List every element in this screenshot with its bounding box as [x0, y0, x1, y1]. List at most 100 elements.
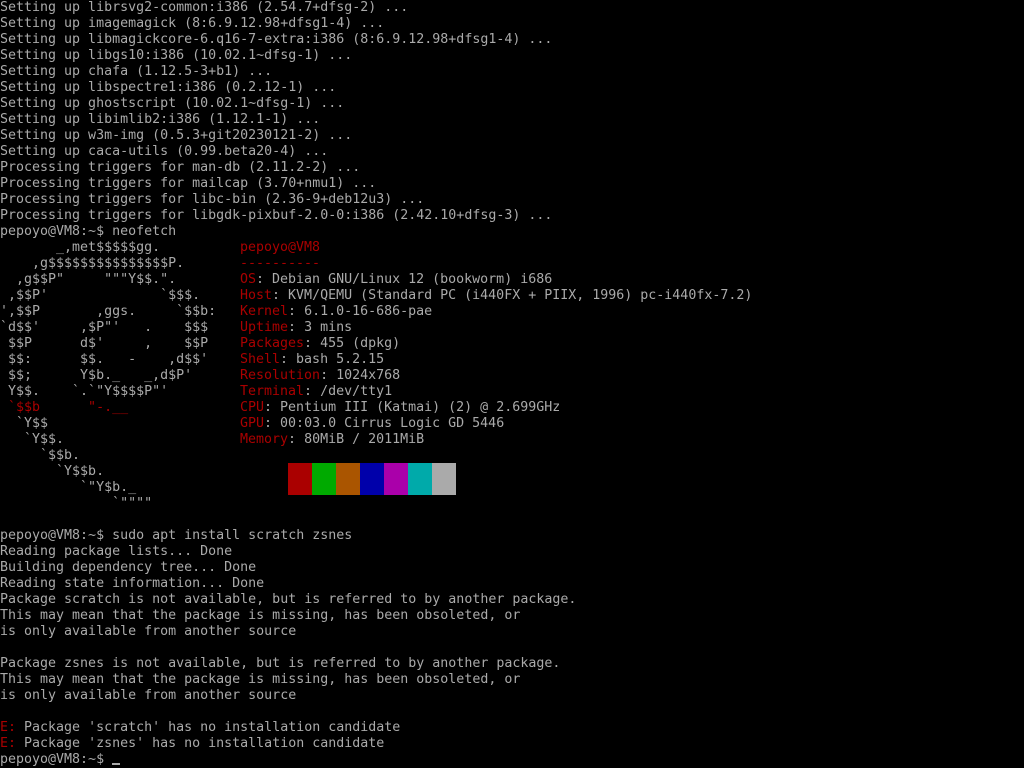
shell-prompt: pepoyo@VM8:~$ — [0, 528, 113, 543]
output-line: Setting up imagemagick (8:6.9.12.98+dfsg… — [0, 16, 385, 31]
terminal-screen[interactable]: Setting up librsvg2-common:i386 (2.54.7+… — [0, 0, 1024, 768]
neofetch-info-row: Terminal: /dev/tty1 — [240, 384, 392, 400]
info-value: 6.1.0-16-686-pae — [304, 304, 433, 319]
debian-logo-line: `Y$$. — [0, 432, 65, 447]
debian-logo-line: ,g$$$$$$$$$$$$$$$P. — [0, 256, 185, 271]
info-value: 455 (dpkg) — [320, 336, 401, 351]
output-line: Processing triggers for libc-bin (2.36-9… — [0, 192, 425, 207]
debian-logo-line: `"""" — [0, 496, 153, 511]
output-line: Setting up libimlib2:i386 (1.12.1-1) ... — [0, 112, 321, 127]
color-swatch — [336, 463, 360, 495]
debian-logo-line: `$$b "-.__ — [0, 400, 129, 415]
neofetch-info-row: Resolution: 1024x768 — [240, 368, 400, 384]
output-line: Package scratch is not available, but is… — [0, 592, 577, 607]
output-line: Setting up w3m-img (0.5.3+git20230121-2)… — [0, 128, 353, 143]
error-message: Package 'scratch' has no installation ca… — [16, 720, 401, 735]
active-prompt-line: pepoyo@VM8:~$ — [0, 752, 121, 768]
info-value: KVM/QEMU (Standard PC (i440FX + PIIX, 19… — [288, 288, 753, 303]
output-line: This may mean that the package is missin… — [0, 672, 521, 687]
debian-logo-line: ,g$$P" """Y$$.". — [0, 272, 177, 287]
neofetch-info-row: CPU: Pentium III (Katmai) (2) @ 2.699GHz — [240, 400, 560, 416]
color-swatch — [384, 463, 408, 495]
command-text: neofetch — [112, 224, 177, 239]
info-colon: : — [288, 432, 305, 447]
color-palette — [264, 463, 456, 495]
info-colon: : — [304, 336, 321, 351]
neofetch-info-row: Packages: 455 (dpkg) — [240, 336, 400, 352]
output-line: Setting up libspectre1:i386 (0.2.12-1) .… — [0, 80, 337, 95]
info-colon: : — [272, 288, 289, 303]
info-label: Kernel — [240, 304, 289, 319]
error-line: E: Package 'zsnes' has no installation c… — [0, 736, 384, 752]
output-line: Processing triggers for libgdk-pixbuf-2.… — [0, 208, 553, 223]
command-text: sudo apt install scratch zsnes — [112, 528, 353, 543]
color-swatch — [408, 463, 432, 495]
output-line: Reading state information... Done — [0, 576, 265, 591]
info-colon: : — [320, 368, 337, 383]
error-prefix: E: — [0, 720, 17, 735]
output-line: Building dependency tree... Done — [0, 560, 257, 575]
neofetch-separator: ---------- — [240, 256, 321, 271]
output-line: This may mean that the package is missin… — [0, 608, 521, 623]
error-message: Package 'zsnes' has no installation cand… — [16, 736, 385, 751]
command-line: pepoyo@VM8:~$ sudo apt install scratch z… — [0, 528, 352, 544]
info-label: Shell — [240, 352, 281, 367]
info-colon: : — [264, 416, 281, 431]
output-line: Processing triggers for man-db (2.11.2-2… — [0, 160, 361, 175]
debian-logo-line: `d$$' ,$P"' . $$$ — [0, 320, 209, 335]
debian-logo-line: `Y$$ — [0, 416, 49, 431]
info-colon: : — [304, 384, 321, 399]
info-value: 3 mins — [304, 320, 353, 335]
info-label: Resolution — [240, 368, 321, 383]
debian-logo-line: ,$$P' `$$$. — [0, 288, 201, 303]
info-value: Pentium III (Katmai) (2) @ 2.699GHz — [280, 400, 561, 415]
info-label: Terminal — [240, 384, 305, 399]
neofetch-info-row: GPU: 00:03.0 Cirrus Logic GD 5446 — [240, 416, 504, 432]
output-line: Setting up librsvg2-common:i386 (2.54.7+… — [0, 0, 409, 15]
output-line: is only available from another source — [0, 688, 297, 703]
info-label: OS — [240, 272, 257, 287]
shell-prompt: pepoyo@VM8:~$ — [0, 224, 113, 239]
color-swatch — [264, 463, 288, 495]
command-line: pepoyo@VM8:~$ neofetch — [0, 224, 176, 240]
debian-logo-line: `Y$$b. — [0, 464, 105, 479]
output-line: Package zsnes is not available, but is r… — [0, 656, 561, 671]
debian-logo-line: ',$$P ,ggs. `$$b: — [0, 304, 217, 319]
output-line: Processing triggers for mailcap (3.70+nm… — [0, 176, 377, 191]
color-swatch — [288, 463, 312, 495]
info-colon: : — [280, 352, 297, 367]
output-line: Setting up libmagickcore-6.q16-7-extra:i… — [0, 32, 553, 47]
debian-logo-line: `"Y$b._ — [0, 480, 137, 495]
info-colon: : — [256, 272, 273, 287]
neofetch-user-host: pepoyo@VM8 — [240, 240, 321, 255]
output-line: Setting up caca-utils (0.99.beta20-4) ..… — [0, 144, 329, 159]
info-value: 1024x768 — [336, 368, 401, 383]
info-colon: : — [288, 304, 305, 319]
debian-logo-line: _,met$$$$$gg. — [0, 240, 161, 255]
debian-logo-line: `$$b. — [0, 448, 81, 463]
output-line: Setting up libgs10:i386 (10.02.1~dfsg-1)… — [0, 48, 353, 63]
neofetch-info-row: Uptime: 3 mins — [240, 320, 352, 336]
error-prefix: E: — [0, 736, 17, 751]
info-value: bash 5.2.15 — [296, 352, 385, 367]
info-label: Memory — [240, 432, 289, 447]
output-line: Reading package lists... Done — [0, 544, 233, 559]
output-line: Setting up chafa (1.12.5-3+b1) ... — [0, 64, 273, 79]
info-value: /dev/tty1 — [320, 384, 393, 399]
neofetch-info-row: Kernel: 6.1.0-16-686-pae — [240, 304, 432, 320]
info-label: Host — [240, 288, 273, 303]
info-colon: : — [264, 400, 281, 415]
info-label: CPU — [240, 400, 265, 415]
debian-logo-line: $$P d$' , $$P — [0, 336, 209, 351]
error-line: E: Package 'scratch' has no installation… — [0, 720, 400, 736]
info-label: Uptime — [240, 320, 289, 335]
info-value: 80MiB / 2011MiB — [304, 432, 425, 447]
neofetch-info-row: Memory: 80MiB / 2011MiB — [240, 432, 424, 448]
color-swatch — [312, 463, 336, 495]
shell-prompt: pepoyo@VM8:~$ — [0, 752, 113, 767]
neofetch-info-row: Host: KVM/QEMU (Standard PC (i440FX + PI… — [240, 288, 752, 304]
text-cursor[interactable] — [112, 763, 121, 765]
debian-logo-line: $$; Y$b._ _,d$P' — [0, 368, 193, 383]
neofetch-info-row: OS: Debian GNU/Linux 12 (bookworm) i686 — [240, 272, 552, 288]
color-swatch — [360, 463, 384, 495]
